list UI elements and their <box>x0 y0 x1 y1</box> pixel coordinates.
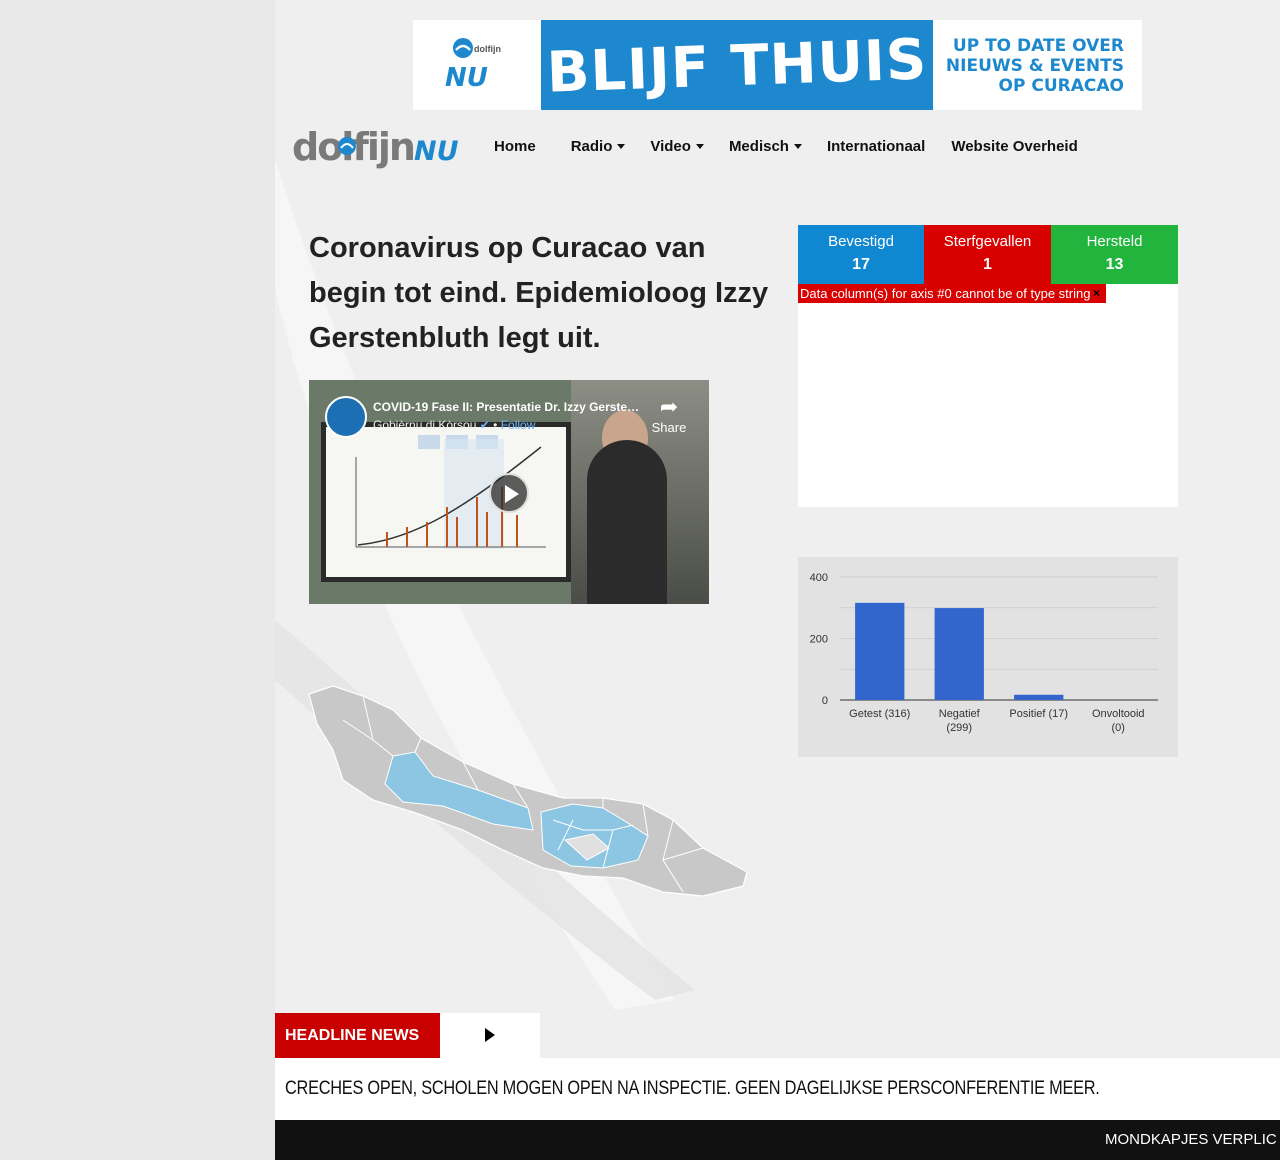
x-tick-label: Negatief (299) <box>939 708 981 734</box>
video-channel-line: Gobièrnu di Kòrsou ✔ • Follow <box>373 418 535 432</box>
bar <box>855 602 905 700</box>
banner-side-line: NIEUWS & EVENTS <box>945 56 1124 76</box>
share-icon: ➦ <box>659 394 679 419</box>
stat-deaths: Sterfgevallen 1 <box>924 225 1051 284</box>
caret-down-icon <box>793 144 802 150</box>
bar <box>1014 694 1064 700</box>
nav-internationaal[interactable]: Internationaal <box>827 138 925 155</box>
verified-icon: ✔ <box>479 418 494 432</box>
tests-bar-chart: 0 200 400 Getest (316) Negatief (299) Positief… <box>798 557 1178 757</box>
nav-label: Radio <box>570 137 613 155</box>
caret-down-icon <box>617 144 626 150</box>
stat-value: 1 <box>983 256 992 273</box>
share-button[interactable]: ➦ Share <box>647 394 691 435</box>
nav-label: Home <box>494 137 536 155</box>
play-icon[interactable] <box>489 473 529 513</box>
x-tick-label: Onvoltooid (0) <box>1092 708 1145 734</box>
caret-down-icon <box>695 144 704 150</box>
y-tick-label: 400 <box>810 572 828 584</box>
nav-home[interactable]: Home <box>494 138 536 155</box>
chart-error-message: Data column(s) for axis #0 cannot be of … <box>798 284 1106 303</box>
nav-website-overheid[interactable]: Website Overheid <box>951 138 1077 155</box>
nav-label: Video <box>650 137 691 155</box>
nav-label: Medisch <box>728 137 789 155</box>
nav-label: Internationaal <box>826 137 926 155</box>
video-thumbnail-screen <box>321 422 571 582</box>
video-title[interactable]: COVID-19 Fase II: Presentatie Dr. Izzy G… <box>373 400 643 414</box>
ticker-play-button[interactable] <box>440 1013 540 1058</box>
headline-news-text[interactable]: CRECHES OPEN, SCHOLEN MOGEN OPEN NA INSP… <box>285 1078 1100 1100</box>
nav-video[interactable]: Video <box>650 138 704 155</box>
stat-value: 13 <box>1105 256 1124 273</box>
left-gutter <box>0 0 275 1160</box>
ticker-text[interactable]: MONDKAPJES VERPLIC <box>1105 1131 1277 1148</box>
headline-news-label: HEADLINE NEWS <box>275 1013 440 1058</box>
banner-brand-small: dolfijn <box>474 44 501 54</box>
nav-medisch[interactable]: Medisch <box>729 138 802 155</box>
curacao-district-map[interactable] <box>303 680 757 902</box>
banner-brand-nu: NU <box>445 63 488 93</box>
video-embed[interactable]: COVID-19 Fase II: Presentatie Dr. Izzy G… <box>309 380 709 604</box>
y-tick-label: 0 <box>822 695 828 707</box>
y-tick-label: 200 <box>810 634 828 646</box>
bar-chart-svg: 0 200 400 Getest (316) Negatief (299) Positief… <box>810 572 1158 734</box>
separator: • <box>493 418 501 432</box>
covid-stats-panel: Bevestigd 17 Sterfgevallen 1 Hersteld 13… <box>798 225 1178 507</box>
stat-confirmed: Bevestigd 17 <box>798 225 924 284</box>
follow-button[interactable]: Follow <box>501 418 536 432</box>
headline-news-bar[interactable]: CRECHES OPEN, SCHOLEN MOGEN OPEN NA INSP… <box>275 1058 1280 1120</box>
main-nav: Home Radio Video Medisch Internationaal … <box>494 134 1078 158</box>
close-icon[interactable]: × <box>1093 284 1100 303</box>
stat-label: Sterfgevallen <box>943 233 1032 250</box>
nav-radio[interactable]: Radio <box>571 138 626 155</box>
stat-value: 17 <box>852 256 870 273</box>
x-tick-label: Positief (17) <box>1009 708 1068 720</box>
video-channel-name[interactable]: Gobièrnu di Kòrsou <box>373 418 476 432</box>
article-title: Coronavirus op Curacao van begin tot ein… <box>309 232 769 354</box>
banner-main-text: BLIJF THUIS <box>545 27 929 106</box>
banner-side-line: OP CURACAO <box>998 76 1124 96</box>
channel-avatar[interactable] <box>325 396 367 438</box>
site-logo-nu: NU <box>414 136 459 167</box>
stat-recovered: Hersteld 13 <box>1051 225 1178 284</box>
presenter-figure <box>587 440 667 604</box>
news-ticker[interactable]: MONDKAPJES VERPLIC <box>275 1120 1280 1160</box>
bar <box>934 608 984 700</box>
nav-label: Website Overheid <box>951 137 1078 155</box>
dolfijn-nu-banner-logo: dolfijn NU <box>445 38 501 93</box>
stat-label: Bevestigd <box>828 233 894 250</box>
share-label: Share <box>651 420 687 435</box>
error-text: Data column(s) for axis #0 cannot be of … <box>800 286 1091 301</box>
x-tick-label: Getest (316) <box>849 708 910 720</box>
banner-main-block: BLIJF THUIS <box>541 20 933 110</box>
thumbnail-chart-graphic <box>326 427 566 577</box>
site-logo[interactable]: dolfijn NU <box>292 116 467 172</box>
main-content: dolfijn NU BLIJF THUIS UP TO DATE OVER N… <box>275 0 1280 1160</box>
banner-side-line: UP TO DATE OVER <box>952 36 1124 56</box>
blijf-thuis-banner[interactable]: dolfijn NU BLIJF THUIS UP TO DATE OVER N… <box>413 20 1142 110</box>
stat-label: Hersteld <box>1086 233 1143 250</box>
banner-side-text: UP TO DATE OVER NIEUWS & EVENTS OP CURAC… <box>946 36 1124 96</box>
